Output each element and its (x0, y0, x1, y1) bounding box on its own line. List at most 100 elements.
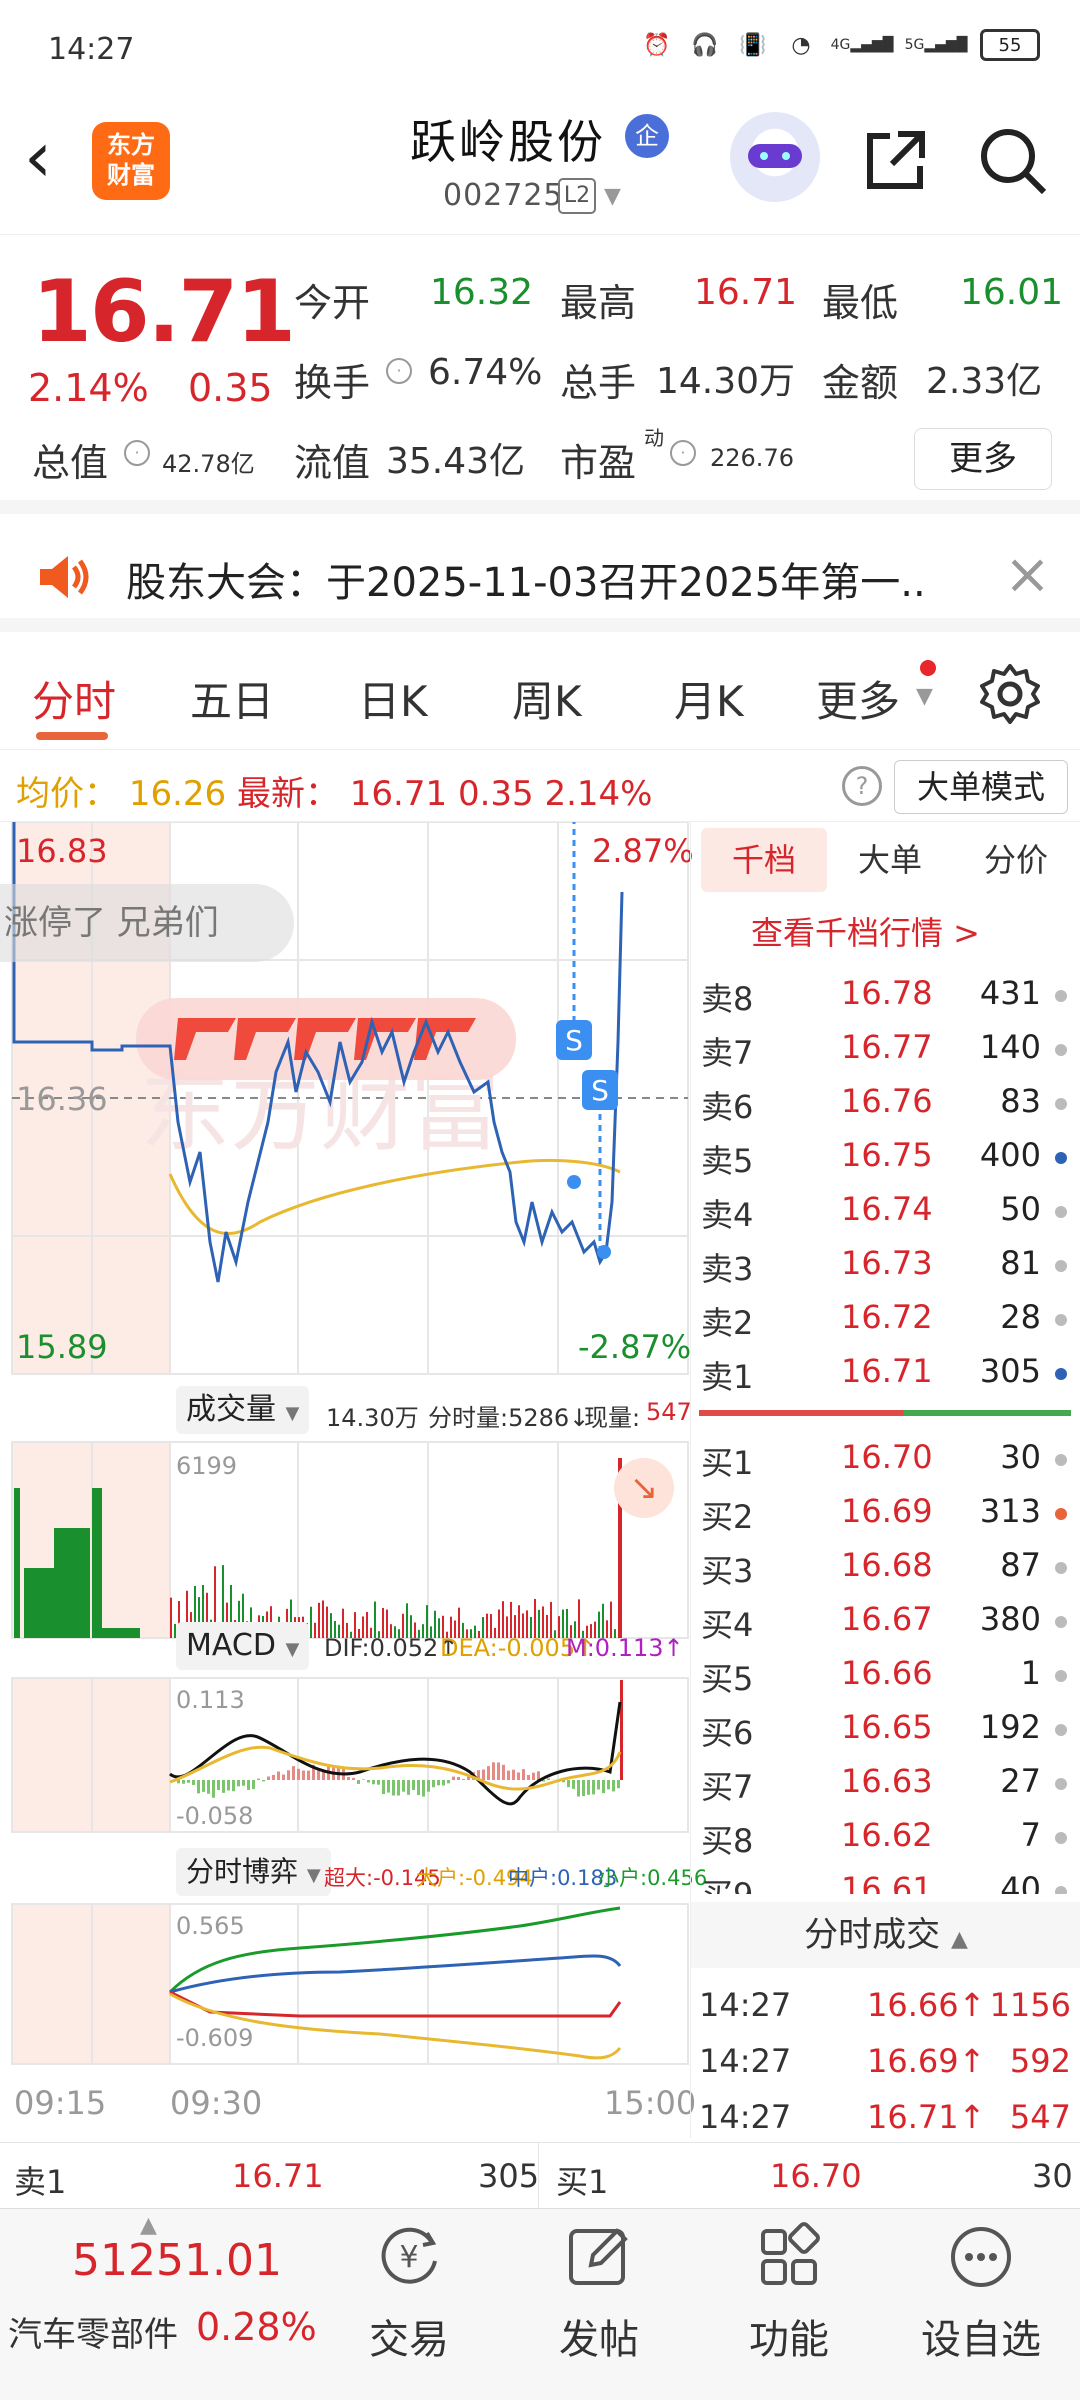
bid-row[interactable]: 买4 16.67 380 (701, 1594, 1071, 1648)
ask-price: 16.71 (841, 1352, 933, 1390)
volume-value: 14.30万 (656, 361, 796, 402)
macd-bar (482, 1769, 485, 1780)
macd-bar (577, 1780, 580, 1797)
order-book-tabs: 千档 大单 分价 (701, 828, 1077, 892)
tab-big-order[interactable]: 大单 (827, 828, 953, 892)
float-label: 流值 (294, 441, 371, 485)
ai-assistant-avatar[interactable] (730, 112, 820, 202)
tab-underline (36, 732, 108, 740)
bid-row[interactable]: 买5 16.66 1 (701, 1648, 1071, 1702)
macd-bar (192, 1780, 195, 1785)
expand-icon[interactable]: ↘ (614, 1458, 674, 1518)
bid-row[interactable]: 买9 16.61 40 (701, 1864, 1071, 1894)
edit-icon (569, 2228, 628, 2285)
ask-row[interactable]: 卖1 16.71 305 (701, 1346, 1071, 1400)
avg-label: 均价： (16, 774, 118, 814)
tab-thousand-level[interactable]: 千档 (701, 828, 827, 892)
ask-row[interactable]: 卖8 16.78 431 (701, 968, 1071, 1022)
share-icon[interactable] (858, 122, 934, 198)
bottom-nav: ▲ 51251.01 汽车零部件 0.28% ¥ 交易 发帖 功能 设自选 (0, 2208, 1080, 2400)
amount-value: 2.33亿 (926, 361, 1043, 402)
ask-row[interactable]: 卖7 16.77 140 (701, 1022, 1071, 1076)
info-icon[interactable]: · (670, 440, 696, 466)
gear-icon[interactable] (978, 662, 1042, 726)
danmaku-bubble[interactable]: 涨停了 兄弟们 (0, 884, 294, 962)
back-button[interactable]: ‹ (24, 122, 84, 202)
tab-daily-k[interactable]: 日K (358, 668, 428, 729)
level2-badge[interactable]: L2 (558, 178, 596, 214)
macd-bar (367, 1780, 370, 1783)
nav-add-watchlist[interactable]: 设自选 (906, 2221, 1056, 2391)
order-dot (1055, 1832, 1067, 1844)
bid-row[interactable]: 买2 16.69 313 (701, 1486, 1071, 1540)
logo-line2: 财富 (107, 161, 155, 189)
price-summary-bar: 均价： 16.26 最新： 16.71 0.35 2.14% ? 大单模式 (0, 752, 1080, 822)
tick-time: 14:27 (699, 2042, 792, 2080)
last-change: 0.35 (457, 774, 534, 814)
volume-indicator-select[interactable]: 成交量 ▼ (176, 1386, 310, 1434)
bid-price: 16.69 (841, 1492, 933, 1530)
bid-level: 买7 (701, 1768, 754, 1806)
tab-five-day[interactable]: 五日 (190, 668, 274, 729)
view-thousand-level-link[interactable]: 查看千档行情 > (751, 908, 980, 954)
tab-more[interactable]: 更多 (816, 668, 900, 729)
app-logo[interactable]: 东方 财富 (92, 122, 170, 200)
order-dot (1055, 1044, 1067, 1056)
chevron-down-icon[interactable]: ▼ (604, 184, 621, 209)
bid-row[interactable]: 买6 16.65 192 (701, 1702, 1071, 1756)
macd-bar (357, 1780, 360, 1784)
macd-bar (522, 1769, 525, 1780)
tab-monthly-k[interactable]: 月K (674, 668, 744, 729)
tab-intraday[interactable]: 分时 (32, 668, 116, 729)
order-dot (1055, 1670, 1067, 1682)
tab-price-dist[interactable]: 分价 (953, 828, 1079, 892)
nav-trade[interactable]: ¥ 交易 (334, 2221, 484, 2391)
volume-bar (54, 1528, 90, 1638)
bid-ask-divider (699, 1410, 1071, 1416)
macd-bar (232, 1780, 235, 1792)
ticks-header[interactable]: 分时成交 ▲ (691, 1902, 1080, 1968)
ask-row[interactable]: 卖2 16.72 28 (701, 1292, 1071, 1346)
info-icon[interactable]: · (386, 358, 412, 384)
macd-bar (262, 1780, 265, 1782)
chart-canvas: 东方财富 S S (11, 822, 689, 2065)
nav-post[interactable]: 发帖 (524, 2221, 674, 2391)
ask-volume: 50 (1000, 1190, 1041, 1228)
macd-bar (527, 1774, 530, 1780)
volume-bar (314, 1622, 316, 1638)
ask-row[interactable]: 卖4 16.74 50 (701, 1184, 1071, 1238)
macd-indicator-select[interactable]: MACD ▼ (176, 1622, 310, 1670)
notice-bar[interactable]: 股东大会：于2025-11-03召开2025年第一... × (0, 528, 1080, 632)
macd-bar (282, 1774, 285, 1780)
bid-row[interactable]: 买3 16.68 87 (701, 1540, 1071, 1594)
order-dot (1055, 1314, 1067, 1326)
ask-row[interactable]: 卖3 16.73 81 (701, 1238, 1071, 1292)
sell-marker[interactable]: S (582, 1070, 618, 1110)
bid-row[interactable]: 买8 16.62 7 (701, 1810, 1071, 1864)
sell-marker[interactable]: S (556, 1020, 592, 1060)
signal-4g-label: 4G (830, 37, 851, 53)
bid-row[interactable]: 买1 16.70 30 (701, 1432, 1071, 1486)
battery-icon: 55 (980, 29, 1040, 61)
ask-row[interactable]: 卖6 16.76 83 (701, 1076, 1071, 1130)
ask-row[interactable]: 卖5 16.75 400 (701, 1130, 1071, 1184)
more-button[interactable]: 更多 (914, 428, 1052, 490)
bottom-quote-strip[interactable]: 卖1 16.71 305 买1 16.70 30 (0, 2142, 1080, 2209)
big-order-mode-button[interactable]: 大单模式 (894, 760, 1068, 814)
game-indicator-select[interactable]: 分时博弈 ▼ (176, 1848, 331, 1896)
intraday-chart[interactable]: 东方财富 S S 16.83 16.36 15.89 2.87% -2.87% … (0, 822, 707, 2138)
info-icon[interactable]: · (124, 440, 150, 466)
macd-bar (487, 1766, 490, 1780)
last-label: 最新： (236, 774, 339, 814)
order-dot (1055, 1368, 1067, 1380)
close-icon[interactable]: × (1004, 542, 1051, 607)
nav-functions[interactable]: 功能 (714, 2221, 864, 2391)
volume-bar (406, 1603, 408, 1638)
search-icon[interactable] (974, 122, 1050, 198)
sector-index-value[interactable]: 51251.01 (72, 2235, 282, 2286)
help-icon[interactable]: ? (842, 766, 882, 806)
macd-bar (217, 1780, 220, 1791)
tab-weekly-k[interactable]: 周K (512, 668, 582, 729)
bid-row[interactable]: 买7 16.63 27 (701, 1756, 1071, 1810)
sector-name[interactable]: 汽车零部件 (8, 2307, 178, 2356)
